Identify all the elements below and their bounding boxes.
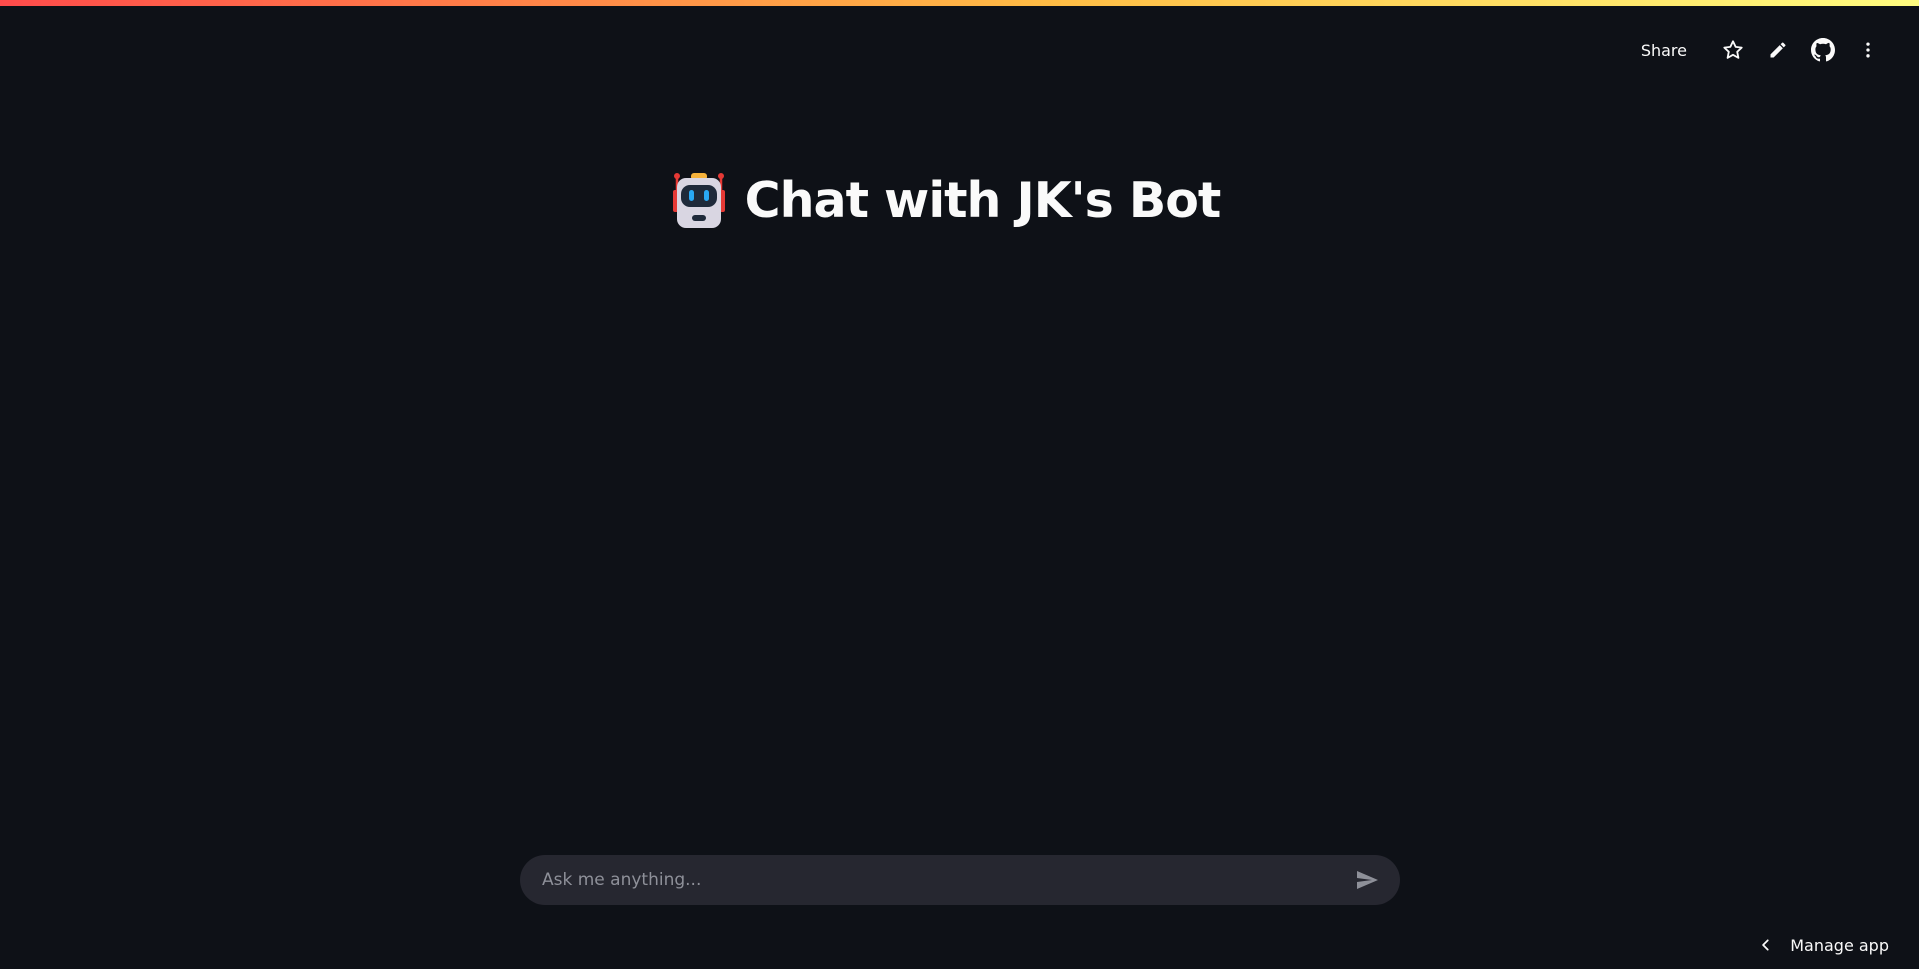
send-icon[interactable] [1352, 865, 1382, 895]
github-icon[interactable] [1806, 33, 1840, 67]
chevron-left-icon [1756, 935, 1776, 955]
page-header: Chat with JK's Bot [0, 170, 1919, 230]
more-vertical-icon[interactable] [1851, 33, 1885, 67]
pencil-icon[interactable] [1761, 33, 1795, 67]
chat-input[interactable] [540, 869, 1352, 891]
chat-input-container [520, 855, 1400, 905]
robot-icon [669, 170, 729, 230]
share-button[interactable]: Share [1633, 35, 1695, 66]
app-toolbar: Share [1633, 33, 1885, 67]
top-decoration-bar [0, 0, 1919, 6]
manage-app-label: Manage app [1790, 935, 1889, 955]
page-title: Chat with JK's Bot [744, 171, 1222, 229]
manage-app-button[interactable]: Manage app [1756, 935, 1889, 955]
star-icon[interactable] [1716, 33, 1750, 67]
